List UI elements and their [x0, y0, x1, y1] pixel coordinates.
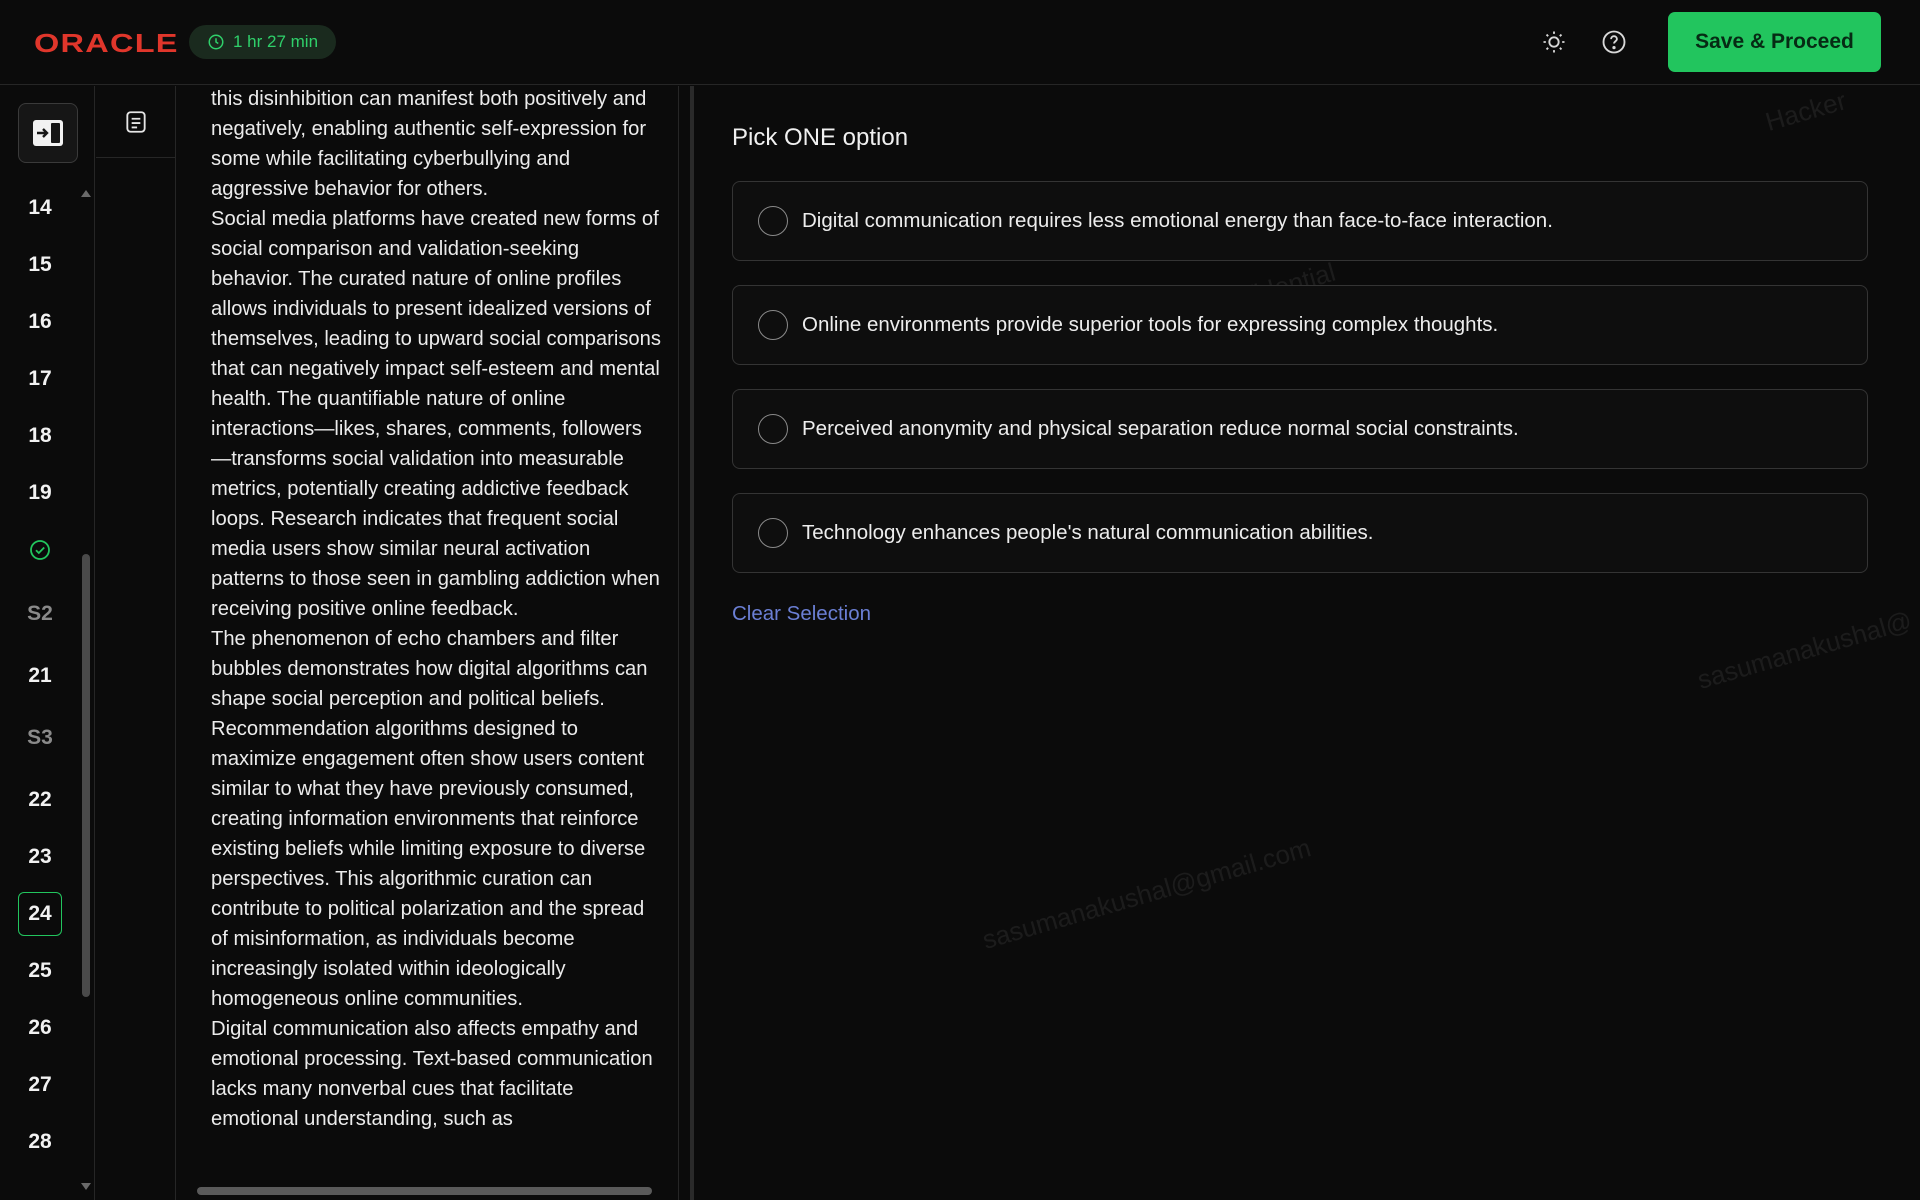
nav-question-item[interactable]: 16	[18, 300, 62, 344]
nav-question-item[interactable]: 23	[18, 835, 62, 879]
panel-toggle-icon	[33, 120, 63, 146]
question-prompt: Pick ONE option	[732, 124, 909, 151]
passage-paragraph: this disinhibition can manifest both pos…	[211, 88, 647, 200]
oracle-logo: ORACLE	[34, 28, 179, 58]
nav-section-item[interactable]: S3	[18, 716, 62, 760]
tool-column	[96, 86, 176, 1200]
check-circle-icon	[30, 540, 50, 560]
option-3[interactable]: Perceived anonymity and physical separat…	[732, 389, 1868, 469]
option-1[interactable]: Digital communication requires less emot…	[732, 181, 1868, 261]
nav-question-item[interactable]: 19	[18, 471, 62, 515]
watermark: Hacker	[1762, 85, 1850, 137]
nav-scrollbar[interactable]	[82, 554, 90, 997]
nav-current-question[interactable]: 24	[18, 892, 62, 936]
option-2[interactable]: Online environments provide superior too…	[732, 285, 1868, 365]
notes-icon	[125, 110, 146, 133]
help-circle-icon[interactable]	[1597, 25, 1631, 59]
clear-selection-link[interactable]: Clear Selection	[732, 602, 871, 626]
panel-toggle-button[interactable]	[18, 103, 78, 163]
question-navigator: 14 15 16 17 18 19 S2 21 S3 22 23 24 25 26 27 28	[0, 86, 95, 1200]
nav-question-item[interactable]: 27	[18, 1063, 62, 1107]
nav-question-item[interactable]: 18	[18, 414, 62, 458]
nav-question-item[interactable]: 15	[18, 243, 62, 287]
option-label: Technology enhances people's natural com…	[802, 521, 1374, 544]
nav-question-item[interactable]: 14	[18, 186, 62, 230]
nav-question-item[interactable]: 26	[18, 1006, 62, 1050]
nav-question-item[interactable]: 21	[18, 654, 62, 698]
clock-icon	[208, 34, 224, 50]
nav-scroll-down-arrow[interactable]	[81, 1183, 91, 1190]
passage-paragraph: Social media platforms have created new …	[211, 208, 661, 620]
sun-icon[interactable]	[1537, 25, 1571, 59]
nav-section-item[interactable]: S2	[18, 592, 62, 636]
timer-badge: 1 hr 27 min	[189, 25, 337, 59]
nav-question-item[interactable]: 28	[18, 1120, 62, 1164]
radio-button[interactable]	[758, 310, 788, 340]
option-label: Perceived anonymity and physical separat…	[802, 417, 1519, 440]
passage-text: this disinhibition can manifest both pos…	[211, 86, 661, 1134]
option-label: Online environments provide superior too…	[802, 313, 1499, 336]
passage-paragraph: The phenomenon of echo chambers and filt…	[211, 628, 648, 1010]
passage-horizontal-scrollbar[interactable]	[197, 1187, 652, 1195]
option-label: Digital communication requires less emot…	[802, 209, 1553, 232]
timer-text: 1 hr 27 min	[233, 32, 319, 51]
notes-button[interactable]	[96, 86, 175, 158]
watermark: sasumanakushal@	[1694, 604, 1916, 695]
radio-button[interactable]	[758, 206, 788, 236]
radio-button[interactable]	[758, 518, 788, 548]
nav-question-item[interactable]: 22	[18, 778, 62, 822]
option-4[interactable]: Technology enhances people's natural com…	[732, 493, 1868, 573]
watermark: sasumanakushal@gmail.com	[979, 832, 1315, 955]
answer-panel: Hacker HackerRank Confidential sasumanak…	[694, 85, 1920, 1200]
nav-question-item[interactable]	[18, 528, 62, 572]
nav-scroll-up-arrow[interactable]	[81, 190, 91, 197]
save-proceed-button[interactable]: Save & Proceed	[1668, 12, 1881, 72]
nav-question-item[interactable]: 17	[18, 357, 62, 401]
passage-panel[interactable]: this disinhibition can manifest both pos…	[177, 86, 679, 1200]
top-header: ORACLE 1 hr 27 min Save & Proceed	[0, 0, 1920, 85]
passage-paragraph: Digital communication also affects empat…	[211, 1018, 653, 1130]
radio-button[interactable]	[758, 414, 788, 444]
nav-question-item[interactable]: 25	[18, 949, 62, 993]
